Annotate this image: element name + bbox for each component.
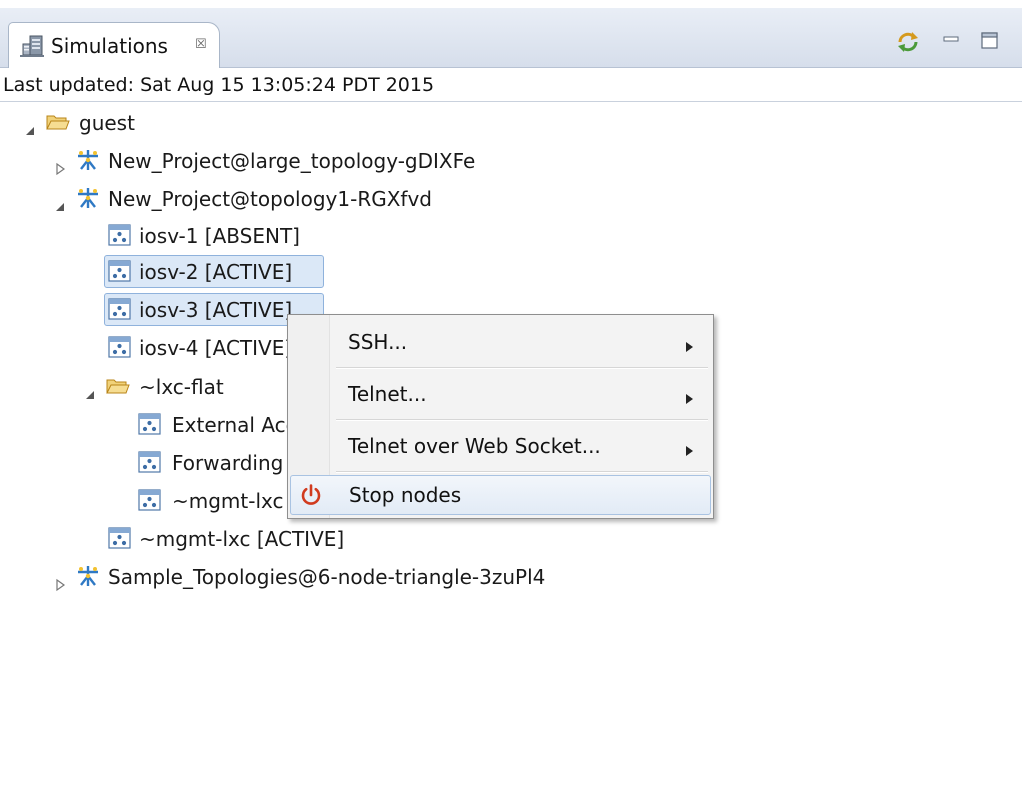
tree-item-label: iosv-3 [ACTIVE]	[139, 298, 293, 322]
menu-separator	[336, 419, 708, 421]
tree-item-label: iosv-2 [ACTIVE]	[139, 260, 293, 284]
node-icon	[138, 489, 162, 511]
submenu-arrow-icon	[686, 337, 693, 352]
tree-item-label: New_Project@large_topology-gDIXFe	[108, 149, 476, 173]
menu-separator	[336, 471, 708, 473]
menu-item-label: Telnet over Web Socket...	[348, 434, 601, 458]
submenu-arrow-icon	[686, 389, 693, 404]
node-icon	[108, 260, 132, 282]
topology-icon	[76, 187, 100, 209]
tree-item-project[interactable]: New_Project@large_topology-gDIXFe	[0, 144, 600, 178]
maximize-icon[interactable]	[977, 29, 1003, 55]
tree-item-label: ~lxc-flat	[139, 375, 224, 399]
tree-item-label: ~mgmt-lxc	[172, 489, 284, 513]
expand-arrow-icon[interactable]	[24, 116, 36, 135]
folder-open-icon	[106, 375, 130, 397]
view-tab-bar: Simulations ☒	[0, 8, 1022, 68]
tree-item-label: Forwarding	[172, 451, 284, 475]
menu-item-label: Stop nodes	[349, 483, 462, 507]
menu-item-stop-nodes[interactable]: Stop nodes	[290, 475, 711, 515]
context-menu: SSH... Telnet... Telnet over Web Socket.…	[287, 314, 714, 519]
tab-title: Simulations	[51, 34, 168, 58]
minimize-icon[interactable]	[938, 29, 964, 55]
tree-item-node[interactable]: iosv-2 [ACTIVE]	[0, 255, 400, 289]
submenu-arrow-icon	[686, 441, 693, 456]
tab-simulations[interactable]: Simulations ☒	[8, 22, 220, 68]
simulations-view: Simulations ☒ Last updated: Sat Aug 15 1…	[0, 0, 1022, 810]
node-icon	[108, 336, 132, 358]
server-rack-icon	[20, 35, 44, 57]
tree-item-node[interactable]: iosv-1 [ABSENT]	[0, 219, 400, 253]
menu-item-label: SSH...	[348, 330, 408, 354]
collapse-arrow-icon[interactable]	[54, 154, 66, 176]
tree-item-label: New_Project@topology1-RGXfvd	[108, 187, 432, 211]
tree-item-label: guest	[79, 111, 135, 135]
tree-item-guest[interactable]: guest	[0, 106, 400, 140]
topology-icon	[76, 565, 100, 587]
collapse-arrow-icon[interactable]	[54, 570, 66, 592]
last-updated-status: Last updated: Sat Aug 15 13:05:24 PDT 20…	[0, 68, 1022, 102]
tree-item-label: iosv-4 [ACTIVE]	[139, 336, 293, 360]
tree-item-project[interactable]: Sample_Topologies@6-node-triangle-3zuPl4	[0, 560, 700, 594]
menu-item-telnet[interactable]: Telnet...	[290, 371, 711, 417]
node-icon	[108, 224, 132, 246]
close-icon[interactable]: ☒	[195, 38, 207, 52]
tree-item-label: iosv-1 [ABSENT]	[139, 224, 300, 248]
sync-icon[interactable]	[895, 29, 921, 55]
node-icon	[108, 298, 132, 320]
menu-item-telnet-websocket[interactable]: Telnet over Web Socket...	[290, 423, 711, 469]
tree-item-node[interactable]: ~mgmt-lxc [ACTIVE]	[0, 522, 400, 556]
tree-item-label: ~mgmt-lxc [ACTIVE]	[139, 527, 345, 551]
menu-item-ssh[interactable]: SSH...	[290, 319, 711, 365]
node-icon	[108, 527, 132, 549]
node-icon	[138, 413, 162, 435]
tree-item-project[interactable]: New_Project@topology1-RGXfvd	[0, 182, 600, 216]
node-icon	[138, 451, 162, 473]
menu-separator	[336, 367, 708, 369]
expand-arrow-icon[interactable]	[84, 380, 96, 399]
tree-item-label: Sample_Topologies@6-node-triangle-3zuPl4	[108, 565, 546, 589]
power-icon	[299, 483, 323, 507]
menu-item-label: Telnet...	[348, 382, 427, 406]
expand-arrow-icon[interactable]	[54, 192, 66, 211]
topology-icon	[76, 149, 100, 171]
folder-open-icon	[46, 111, 70, 133]
